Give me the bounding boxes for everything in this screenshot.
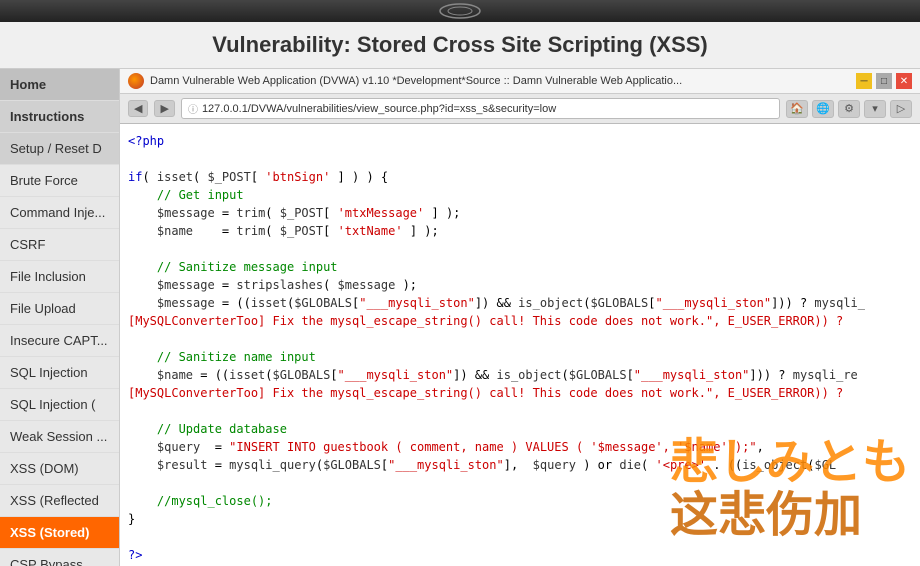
code-area[interactable]: <?php if( isset( $_POST[ 'btnSign' ] ) )… (120, 124, 920, 566)
home-icon-button[interactable]: 🏠 (786, 100, 808, 118)
refresh-icon-button[interactable]: 🌐 (812, 100, 834, 118)
address-box[interactable]: ⓘ 127.0.0.1/DVWA/vulnerabilities/view_so… (181, 98, 780, 119)
browser-chrome: Damn Vulnerable Web Application (DVWA) v… (120, 69, 920, 124)
minimize-button[interactable]: ─ (856, 73, 872, 89)
more-icon-button[interactable]: ▷ (890, 100, 912, 118)
sidebar-item-weak-session[interactable]: Weak Session ... (0, 421, 119, 453)
sidebar-item-sql-injection[interactable]: SQL Injection (0, 357, 119, 389)
sidebar-item-sql-injection-blind[interactable]: SQL Injection ( (0, 389, 119, 421)
secure-icon: ⓘ (188, 101, 198, 116)
maximize-button[interactable]: □ (876, 73, 892, 89)
sidebar-item-instructions[interactable]: Instructions (0, 101, 119, 133)
sidebar-item-setup[interactable]: Setup / Reset D (0, 133, 119, 165)
url-text: 127.0.0.1/DVWA/vulnerabilities/view_sour… (202, 103, 556, 115)
browser-area: Damn Vulnerable Web Application (DVWA) v… (120, 69, 920, 566)
sidebar-item-insecure-captcha[interactable]: Insecure CAPT... (0, 325, 119, 357)
content-area: HomeInstructionsSetup / Reset DBrute For… (0, 69, 920, 566)
sidebar-item-file-inclusion[interactable]: File Inclusion (0, 261, 119, 293)
sidebar-item-xss-dom[interactable]: XSS (DOM) (0, 453, 119, 485)
code-content: <?php if( isset( $_POST[ 'btnSign' ] ) )… (128, 132, 912, 564)
sidebar-item-xss-stored[interactable]: XSS (Stored) (0, 517, 119, 549)
sidebar-item-xss-reflected[interactable]: XSS (Reflected (0, 485, 119, 517)
sidebar: HomeInstructionsSetup / Reset DBrute For… (0, 69, 120, 566)
settings-icon-button[interactable]: ⚙ (838, 100, 860, 118)
page-title-bar: Vulnerability: Stored Cross Site Scripti… (0, 22, 920, 69)
close-button[interactable]: ✕ (896, 73, 912, 89)
browser-title: Damn Vulnerable Web Application (DVWA) v… (150, 75, 682, 87)
browser-addressbar: ◀ ▶ ⓘ 127.0.0.1/DVWA/vulnerabilities/vie… (120, 94, 920, 123)
browser-controls: ─ □ ✕ (856, 73, 912, 89)
sidebar-item-brute-force[interactable]: Brute Force (0, 165, 119, 197)
main-container: Vulnerability: Stored Cross Site Scripti… (0, 22, 920, 566)
forward-button[interactable]: ▶ (154, 100, 174, 117)
sidebar-item-csp-bypass[interactable]: CSP Bypass (0, 549, 119, 566)
firefox-icon (128, 73, 144, 89)
toolbar-icons: 🏠 🌐 ⚙ ▾ ▷ (786, 100, 912, 118)
sidebar-item-file-upload[interactable]: File Upload (0, 293, 119, 325)
star-icon-button[interactable]: ▾ (864, 100, 886, 118)
sidebar-item-csrf[interactable]: CSRF (0, 229, 119, 261)
sidebar-item-command-injection[interactable]: Command Inje... (0, 197, 119, 229)
sidebar-item-home[interactable]: Home (0, 69, 119, 101)
page-title: Vulnerability: Stored Cross Site Scripti… (20, 32, 900, 58)
back-button[interactable]: ◀ (128, 100, 148, 117)
top-bar (0, 0, 920, 22)
browser-titlebar: Damn Vulnerable Web Application (DVWA) v… (120, 69, 920, 94)
browser-title-text: Damn Vulnerable Web Application (DVWA) v… (128, 73, 856, 89)
dvwa-logo (430, 1, 490, 21)
